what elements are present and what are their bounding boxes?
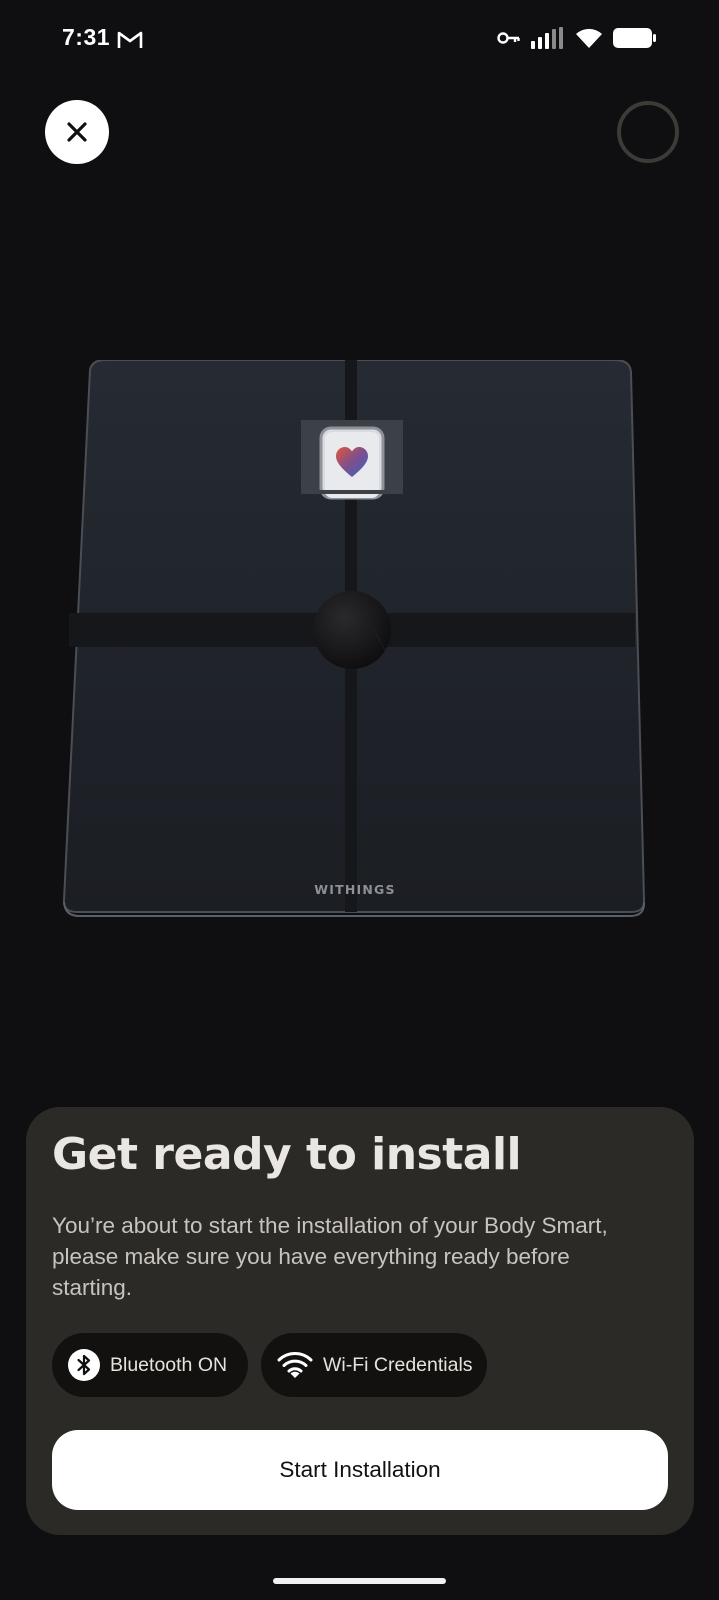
scale-illustration: WITHINGS xyxy=(55,359,665,940)
status-time: 7:31 xyxy=(62,24,111,50)
requirement-label-wifi: Wi-Fi Credentials xyxy=(323,1353,473,1376)
close-button[interactable] xyxy=(45,100,109,164)
brand-label: WITHINGS xyxy=(314,882,396,897)
wifi-icon xyxy=(575,27,603,54)
status-bar: 7:31 xyxy=(0,0,719,80)
status-icons xyxy=(497,26,657,54)
setup-screen: 7:31 WITHINGS Get ready to install You’r… xyxy=(0,0,719,1600)
battery-icon xyxy=(613,27,657,54)
requirement-chip-bluetooth: Bluetooth ON xyxy=(52,1333,248,1397)
heart-icon xyxy=(336,447,368,477)
start-installation-button[interactable]: Start Installation xyxy=(52,1430,668,1510)
bluetooth-icon xyxy=(68,1349,100,1381)
signal-icon xyxy=(531,26,565,54)
wifi-icon xyxy=(277,1350,313,1380)
gmail-icon xyxy=(117,30,143,50)
home-indicator[interactable] xyxy=(273,1578,446,1584)
close-icon xyxy=(67,122,87,142)
requirement-label-bluetooth: Bluetooth ON xyxy=(110,1353,228,1376)
install-sheet: Get ready to install You’re about to sta… xyxy=(26,1107,694,1535)
progress-ring-icon xyxy=(616,100,680,164)
sheet-description: You’re about to start the installation o… xyxy=(52,1213,608,1300)
sheet-title: Get ready to install xyxy=(52,1129,522,1180)
requirement-chip-wifi: Wi-Fi Credentials xyxy=(261,1333,487,1397)
vpn-key-icon xyxy=(497,31,521,50)
